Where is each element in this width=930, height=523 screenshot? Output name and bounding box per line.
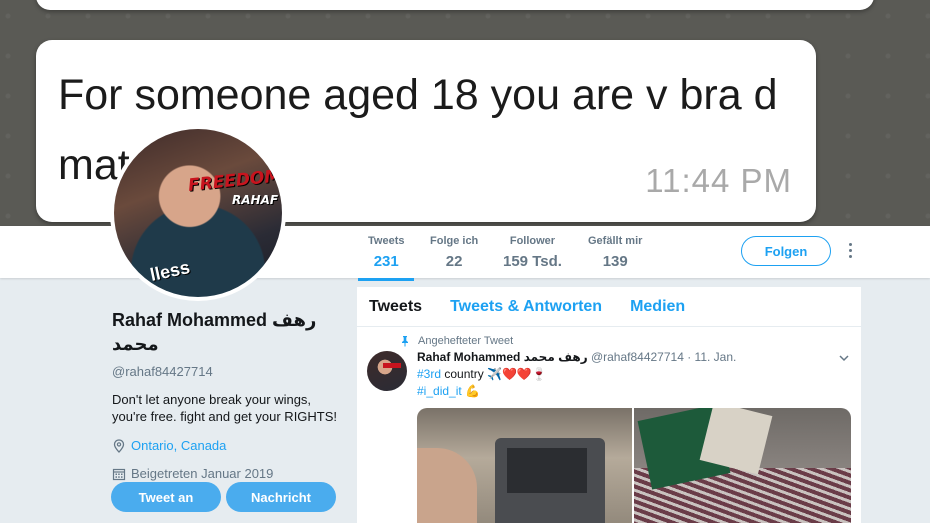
tweet-photo-1[interactable] (417, 408, 632, 523)
tab-tweets[interactable]: Tweets (369, 298, 422, 316)
avatar-shirt-text: lless (148, 257, 192, 285)
chat-bubble-previous: 11:44 PM (36, 0, 874, 10)
chat-message-time: 11:44 PM (645, 162, 792, 199)
profile-joined: Beigetreten Januar 2019 (112, 466, 342, 481)
location-pin-icon (113, 438, 125, 453)
timeline: Tweets Tweets & Antworten Medien Angehef… (357, 287, 861, 523)
follow-button[interactable]: Folgen (741, 236, 831, 266)
stat-followers-label: Follower (509, 235, 556, 247)
stat-followers[interactable]: Follower 159 Tsd. (503, 235, 562, 270)
profile-card: Rahaf Mohammed رهف محمد @rahaf84427714 D… (112, 308, 342, 481)
tweet-avatar[interactable] (367, 351, 407, 391)
stat-likes[interactable]: Gefällt mir 139 (588, 235, 642, 270)
pin-icon (402, 336, 408, 347)
profile-bio: Don't let anyone break your wings, you'r… (112, 392, 338, 424)
stat-following-label: Folge ich (430, 235, 479, 247)
stat-tweets-value: 231 (373, 253, 399, 270)
stat-tweets[interactable]: Tweets 231 (357, 235, 416, 281)
profile-actions: Tweet an Nachricht (111, 482, 336, 512)
stat-likes-value: 139 (602, 253, 628, 270)
tweet-media (417, 408, 851, 523)
hashtag-3rd[interactable]: #3rd (417, 367, 441, 381)
chevron-down-icon[interactable] (838, 352, 850, 364)
profile-avatar[interactable]: FREEDOM RAHAF lless (110, 125, 286, 301)
stat-following-value: 22 (445, 253, 463, 270)
tweet-author-name[interactable]: Rahaf Mohammed رهف محمد (417, 350, 588, 364)
message-button[interactable]: Nachricht (226, 482, 336, 512)
avatar-rahaf-text: RAHAF (232, 193, 279, 207)
chat-bubble-previous-time: 11:44 PM (718, 0, 852, 8)
stat-followers-value: 159 Tsd. (503, 253, 562, 270)
location-link[interactable]: Ontario, Canada (131, 438, 226, 453)
tweet-to-button[interactable]: Tweet an (111, 482, 221, 512)
tweet-text-rest-2: 💪 (461, 384, 480, 398)
tweet-header: Rahaf Mohammed رهف محمد @rahaf84427714 ·… (417, 350, 736, 364)
stat-tweets-label: Tweets (368, 235, 405, 247)
joined-text: Beigetreten Januar 2019 (131, 466, 274, 481)
avatar-freedom-text: FREEDOM (187, 166, 282, 196)
tweet-handle-date[interactable]: @rahaf84427714 · 11. Jan. (591, 350, 736, 364)
tweet-text-line-2: #i_did_it 💪 (417, 384, 480, 398)
timeline-tabs: Tweets Tweets & Antworten Medien (357, 287, 861, 327)
stat-following[interactable]: Folge ich 22 (430, 235, 478, 270)
tab-media[interactable]: Medien (630, 298, 685, 316)
pinned-text: Angehefteter Tweet (418, 335, 514, 347)
more-options-icon[interactable] (846, 243, 854, 261)
tweet-text-line-1: #3rd country ✈️❤️❤️🍷 (417, 367, 547, 381)
stat-likes-label: Gefällt mir (588, 235, 643, 247)
tweet-text-rest-1: country ✈️❤️❤️🍷 (441, 367, 547, 381)
calendar-icon (112, 468, 126, 480)
profile-handle[interactable]: @rahaf84427714 (112, 364, 342, 379)
tweet-photo-2[interactable] (634, 408, 851, 523)
pinned-tweet-label: Angehefteter Tweet (399, 335, 513, 347)
profile-location: Ontario, Canada (112, 438, 342, 453)
hashtag-i-did-it[interactable]: #i_did_it (417, 384, 462, 398)
tab-tweets-replies[interactable]: Tweets & Antworten (450, 298, 602, 316)
avatar-image: FREEDOM RAHAF lless (114, 129, 282, 297)
profile-name[interactable]: Rahaf Mohammed رهف محمد (112, 308, 342, 356)
